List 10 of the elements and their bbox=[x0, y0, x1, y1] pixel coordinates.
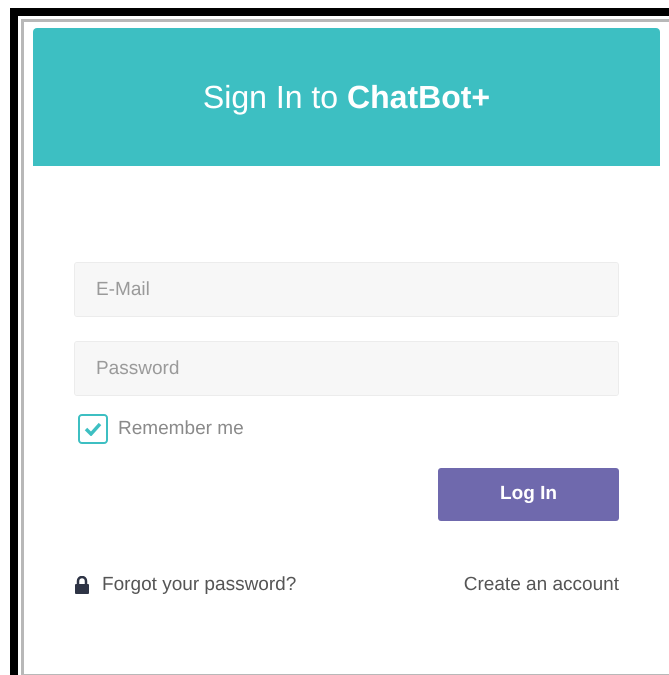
input-field[interactable]: E-Mail bbox=[74, 262, 619, 317]
login-button[interactable]: Log In bbox=[438, 468, 619, 521]
lock-icon bbox=[74, 576, 90, 594]
forgot-password-link[interactable]: Forgot your password? bbox=[102, 571, 296, 600]
checkmark-icon bbox=[84, 422, 102, 436]
remember-label: Remember me bbox=[118, 416, 244, 441]
input-field[interactable]: Password bbox=[74, 341, 619, 396]
sign-in-title: Sign In to ChatBot+ bbox=[202, 78, 490, 117]
remember-checkbox[interactable] bbox=[78, 414, 108, 444]
create-account-link[interactable]: Create an account bbox=[464, 571, 619, 600]
